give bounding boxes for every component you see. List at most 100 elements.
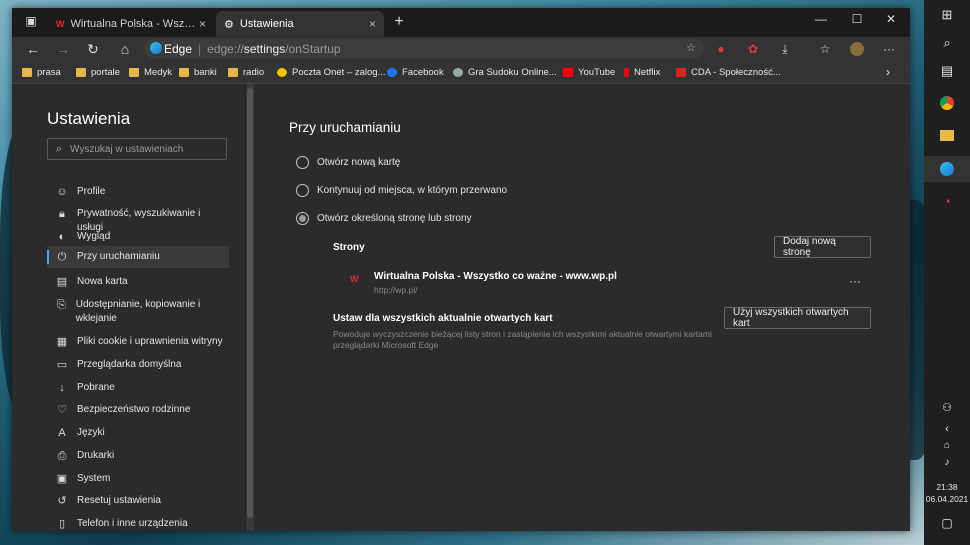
app-taskbar-icon[interactable]: ◔ [924, 192, 970, 210]
fav-item[interactable]: YouTube [563, 64, 615, 80]
fav-item[interactable]: Poczta Onet – zalog... [277, 64, 385, 80]
sidebar-item-languages[interactable]: A Języki [47, 422, 229, 444]
close-icon[interactable]: × [369, 17, 376, 31]
edge-logo-icon [150, 42, 162, 54]
forward-button[interactable]: → [52, 39, 74, 59]
extension-red-icon[interactable]: ✿ [744, 40, 762, 58]
chevron-up-icon[interactable]: ‹ [924, 420, 970, 438]
add-page-button[interactable]: Dodaj nową stronę [774, 236, 871, 258]
sidebar-item-startup[interactable]: ⏻ Przy uruchamianiu [47, 246, 229, 268]
settings-sidebar: Ustawienia ⌕ Wyszukaj w ustawieniach ☺ Pr… [12, 84, 245, 531]
minimize-button[interactable]: — [804, 8, 838, 30]
fav-item[interactable]: Medyk [129, 64, 172, 80]
fav-item[interactable]: Facebook [387, 64, 444, 80]
close-window-button[interactable]: ✕ [874, 8, 908, 30]
fav-item[interactable]: radio [228, 64, 264, 80]
language-icon: A [58, 427, 66, 439]
settings-search-input[interactable]: ⌕ Wyszukaj w ustawieniach [47, 138, 227, 160]
downloads-icon[interactable]: ⤓ [776, 40, 794, 58]
tab-bar: ▣ W Wirtualna Polska - Wszystko co w × ⚙… [12, 8, 910, 37]
fav-item[interactable]: prasa [22, 64, 61, 80]
file-explorer-icon[interactable] [924, 126, 970, 144]
taskbar: ⊞ ⌕ ▤ ◔ ⚇ ‹ ⌂ ♪ 21:38 06.04.2021 ▢ [924, 0, 970, 545]
favorites-more-icon[interactable]: › [886, 64, 890, 80]
more-menu-icon[interactable]: ··· [880, 40, 898, 58]
sidebar-item-system[interactable]: ▣ System [47, 468, 229, 490]
set-all-description: Powoduje wyczyszczenie bieżącej listy st… [333, 329, 712, 350]
sidebar-item-default-browser[interactable]: ▭ Przeglądarka domyślna [47, 354, 229, 376]
taskbar-clock[interactable]: 21:38 06.04.2021 [924, 481, 970, 505]
chrome-icon[interactable] [924, 94, 970, 112]
home-button[interactable]: ⌂ [114, 39, 136, 59]
close-icon[interactable]: × [199, 17, 206, 31]
fav-item[interactable]: CDA - Społeczność... [676, 64, 781, 80]
family-icon: ♡ [57, 404, 67, 416]
radio-open-specific[interactable]: Otwórz określoną stronę lub strony [296, 212, 472, 225]
page-title: Przy uruchamianiu [289, 120, 401, 135]
extension-opera-icon[interactable]: ● [712, 40, 730, 58]
sidebar-scrollbar[interactable] [246, 84, 254, 531]
sidebar-item-cookies[interactable]: ▦ Pliki cookie i uprawnienia witryny [47, 331, 229, 353]
radio-open-new-tab[interactable]: Otwórz nową kartę [296, 156, 400, 169]
volume-icon[interactable]: ♪ [924, 455, 970, 469]
folder-icon [22, 67, 32, 77]
sidebar-item-share[interactable]: ⎘ Udostępnianie, kopiowanie i wklejanie [47, 294, 229, 330]
radio-selected-icon [296, 212, 309, 225]
maximize-button[interactable]: ☐ [840, 8, 874, 30]
wp-favicon-icon: W [350, 274, 359, 284]
network-icon[interactable]: ⌂ [924, 438, 970, 452]
add-favorite-icon[interactable]: ☆ [686, 41, 696, 54]
tab-wp[interactable]: W Wirtualna Polska - Wszystko co w × [48, 11, 214, 37]
tab-label: Wirtualna Polska - Wszystko co w [70, 18, 199, 30]
fav-item[interactable]: portale [76, 64, 120, 80]
fav-item[interactable]: Gra Sudoku Online... [453, 64, 557, 80]
back-button[interactable]: ← [22, 39, 44, 59]
sidebar-item-printers[interactable]: ⎙ Drukarki [47, 445, 229, 467]
favorites-bar: prasa portale Medyk banki radio Poczta O… [12, 61, 910, 84]
tab-label: Ustawienia [239, 18, 294, 30]
avatar[interactable] [850, 42, 864, 56]
sidebar-item-downloads[interactable]: ↓ Pobrane [47, 377, 229, 399]
address-separator: | [198, 42, 202, 56]
youtube-icon [563, 67, 573, 77]
refresh-button[interactable]: ↻ [82, 39, 104, 59]
tab-settings[interactable]: ⚙ Ustawienia × [216, 11, 384, 37]
windows-start-icon[interactable]: ⊞ [924, 6, 970, 24]
phone-icon: ▯ [58, 518, 66, 530]
browser-icon: ▭ [56, 359, 68, 371]
address-bar[interactable]: Edge | edge://settings/onStartup ☆ [144, 39, 704, 59]
sidebar-item-reset[interactable]: ↺ Resetuj ustawienia [47, 490, 229, 512]
sidebar-item-appearance[interactable]: ◐ Wygląd [47, 226, 229, 248]
sidebar-item-profile[interactable]: ☺ Profile [47, 181, 229, 203]
task-view-icon[interactable]: ▤ [924, 62, 970, 80]
scrollbar-thumb[interactable] [247, 88, 253, 518]
new-tab-button[interactable]: + [388, 12, 410, 32]
radio-continue[interactable]: Kontynuuj od miejsca, w którym przerwano [296, 184, 507, 197]
address-brand: Edge [164, 42, 193, 56]
collections-icon[interactable]: ☆ [816, 40, 834, 58]
people-icon[interactable]: ⚇ [924, 398, 970, 416]
printer-icon: ⎙ [57, 450, 67, 462]
appearance-icon: ◐ [58, 231, 66, 243]
tab-actions-icon[interactable]: ▣ [20, 11, 42, 31]
sudoku-icon [453, 67, 463, 77]
use-all-tabs-button[interactable]: Użyj wszystkich otwartych kart [724, 307, 871, 329]
edge-taskbar-icon[interactable] [924, 156, 970, 182]
download-icon: ↓ [59, 382, 65, 394]
search-icon[interactable]: ⌕ [924, 34, 970, 52]
search-icon: ⌕ [55, 142, 63, 155]
folder-icon [179, 67, 189, 77]
page-more-icon[interactable]: ··· [849, 274, 861, 288]
sidebar-item-newtab[interactable]: ▤ Nowa karta [47, 271, 229, 293]
fav-item[interactable]: Netflix [624, 64, 660, 80]
onet-icon [277, 67, 287, 77]
folder-icon [129, 67, 139, 77]
fav-item[interactable]: banki [179, 64, 217, 80]
browser-window: ▣ W Wirtualna Polska - Wszystko co w × ⚙… [12, 8, 910, 531]
settings-title: Ustawienia [47, 109, 131, 128]
settings-main: Przy uruchamianiu Otwórz nową kartę Kont… [254, 84, 910, 531]
newtab-icon: ▤ [56, 276, 68, 288]
sidebar-item-family[interactable]: ♡ Bezpieczeństwo rodzinne [47, 399, 229, 421]
sidebar-item-phone[interactable]: ▯ Telefon i inne urządzenia [47, 513, 229, 531]
notification-icon[interactable]: ▢ [924, 514, 970, 532]
